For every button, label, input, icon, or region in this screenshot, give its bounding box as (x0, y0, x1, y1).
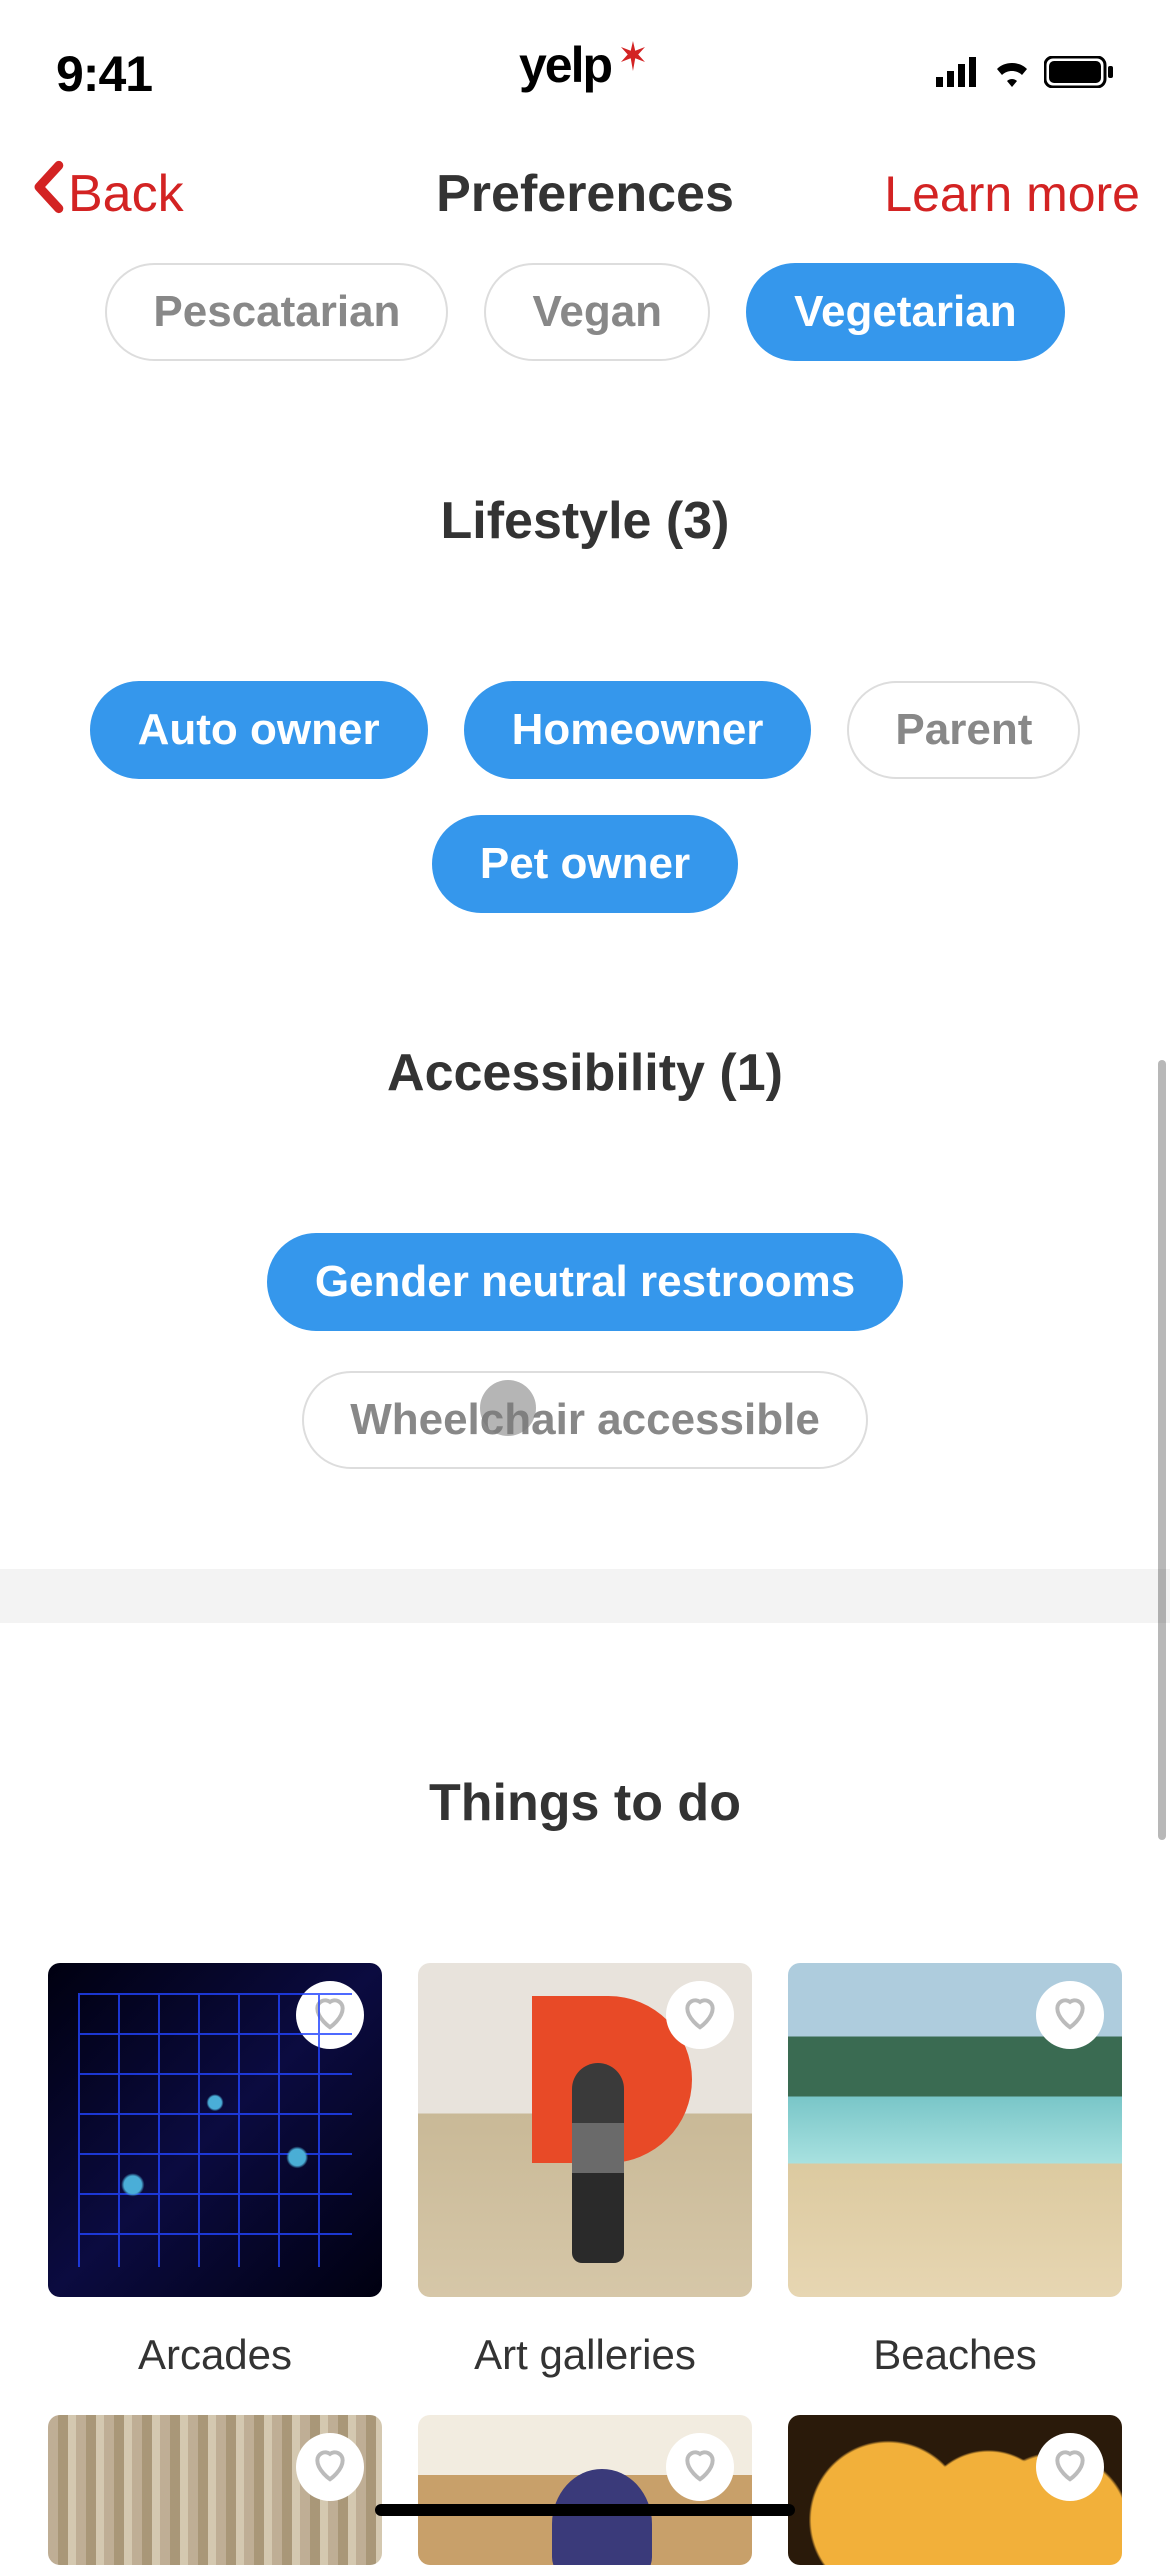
chip-auto-owner[interactable]: Auto owner (90, 681, 428, 779)
card-label: Art galleries (474, 2331, 696, 2379)
lifestyle-heading: Lifestyle (3) (0, 491, 1170, 551)
favorite-button[interactable] (1036, 1981, 1104, 2049)
status-time: 9:41 (56, 45, 152, 103)
chip-parent[interactable]: Parent (847, 681, 1080, 779)
battery-icon (1044, 56, 1114, 93)
card-row2-2[interactable] (418, 2415, 752, 2565)
accessibility-heading: Accessibility (1) (0, 1043, 1170, 1103)
yelp-burst-icon (615, 38, 651, 79)
nav-bar: Back Preferences Learn more (0, 120, 1170, 257)
chevron-left-icon (30, 160, 66, 227)
favorite-button[interactable] (296, 1981, 364, 2049)
back-button[interactable]: Back (30, 160, 184, 227)
dietary-chip-row: Pescatarian Vegan Vegetarian (0, 263, 1170, 361)
heart-icon (1051, 1994, 1089, 2037)
chip-homeowner[interactable]: Homeowner (464, 681, 812, 779)
page-title: Preferences (436, 164, 734, 224)
things-heading: Things to do (0, 1773, 1170, 1833)
heart-icon (1051, 2446, 1089, 2489)
card-beaches[interactable]: Beaches (788, 1963, 1122, 2379)
card-row2-1[interactable] (48, 2415, 382, 2565)
card-art-galleries[interactable]: Art galleries (418, 1963, 752, 2379)
scrollbar[interactable] (1158, 1060, 1166, 1840)
card-label: Arcades (138, 2331, 292, 2379)
lifestyle-chip-row: Auto owner Homeowner Parent Pet owner (0, 681, 1170, 913)
status-bar: 9:41 yelp (0, 0, 1170, 120)
favorite-button[interactable] (666, 1981, 734, 2049)
card-image (788, 1963, 1122, 2297)
chip-pescatarian[interactable]: Pescatarian (105, 263, 448, 361)
chip-vegetarian[interactable]: Vegetarian (746, 263, 1065, 361)
card-arcades[interactable]: Arcades (48, 1963, 382, 2379)
accessibility-chip-row: Gender neutral restrooms Wheelchair acce… (0, 1233, 1170, 1469)
heart-icon (681, 1994, 719, 2037)
home-indicator[interactable] (375, 2504, 795, 2516)
learn-more-button[interactable]: Learn more (884, 165, 1140, 223)
chip-wheelchair-accessible[interactable]: Wheelchair accessible (302, 1371, 868, 1469)
card-row2-3[interactable] (788, 2415, 1122, 2565)
status-icons (936, 56, 1114, 93)
favorite-button[interactable] (666, 2433, 734, 2501)
heart-icon (681, 2446, 719, 2489)
heart-icon (311, 1994, 349, 2037)
card-image (788, 2415, 1122, 2565)
card-image (48, 2415, 382, 2565)
section-divider (0, 1569, 1170, 1623)
cellular-icon (936, 57, 980, 92)
favorite-button[interactable] (1036, 2433, 1104, 2501)
chip-vegan[interactable]: Vegan (484, 263, 710, 361)
card-image (418, 2415, 752, 2565)
things-grid: Arcades Art galleries Beaches (0, 1963, 1170, 2565)
card-label: Beaches (873, 2331, 1036, 2379)
card-image (48, 1963, 382, 2297)
app-logo: yelp (519, 36, 651, 94)
heart-icon (311, 2446, 349, 2489)
logo-text: yelp (519, 36, 611, 94)
chip-gender-neutral-restrooms[interactable]: Gender neutral restrooms (267, 1233, 903, 1331)
favorite-button[interactable] (296, 2433, 364, 2501)
wifi-icon (992, 57, 1032, 92)
back-label: Back (68, 164, 184, 224)
card-image (418, 1963, 752, 2297)
touch-indicator (480, 1380, 536, 1436)
chip-pet-owner[interactable]: Pet owner (432, 815, 738, 913)
